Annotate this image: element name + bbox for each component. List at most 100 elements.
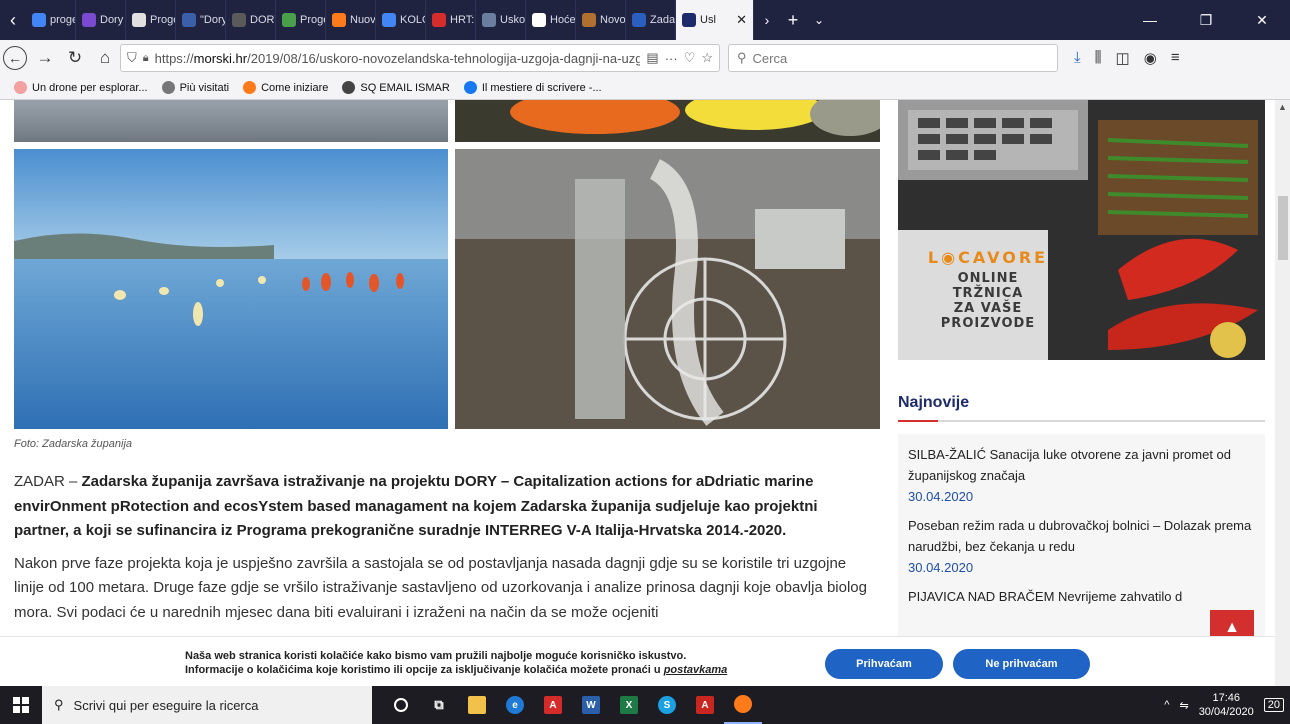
scroll-to-top-button[interactable]: ▲ <box>1210 610 1254 636</box>
browser-tab[interactable]: Proge <box>126 0 176 40</box>
page-scrollbar[interactable]: ▲ <box>1275 100 1290 686</box>
pocket-icon[interactable]: ♡ <box>684 50 696 66</box>
news-item[interactable]: Poseban režim rada u dubrovačkoj bolnici… <box>908 515 1255 578</box>
tab-label: KOLO <box>400 14 425 26</box>
menu-icon[interactable]: ≡ <box>1171 49 1180 67</box>
browser-tab[interactable]: Uskor <box>476 0 526 40</box>
bookmark-star-icon[interactable]: ☆ <box>701 50 713 66</box>
browser-tab[interactable]: "Dory <box>176 0 226 40</box>
photo-top-right <box>455 100 880 142</box>
acrobat-icon[interactable]: A <box>534 686 572 724</box>
close-tab-icon[interactable]: ✕ <box>736 12 747 28</box>
acrobat-reader-icon[interactable]: A <box>686 686 724 724</box>
search-bar[interactable]: ⚲ Cerca <box>728 44 1058 72</box>
account-icon[interactable]: ◉ <box>1144 49 1157 67</box>
browser-tab[interactable]: Proge <box>276 0 326 40</box>
tab-label: "Dory <box>200 14 226 26</box>
browser-tab[interactable]: HRT: <box>426 0 476 40</box>
library-icon[interactable]: ⫼ <box>1095 49 1102 67</box>
news-title[interactable]: PIJAVICA NAD BRAČEM Nevrijeme zahvatilo … <box>908 586 1255 607</box>
back-button[interactable]: ← <box>0 43 30 73</box>
forward-button[interactable]: → <box>30 43 60 73</box>
bookmark-item[interactable]: Più visitati <box>161 81 230 94</box>
reader-view-icon[interactable]: ▤ <box>646 50 658 66</box>
home-button[interactable]: ⌂ <box>90 43 120 73</box>
close-window-button[interactable]: ✕ <box>1234 0 1290 40</box>
scrollbar-thumb[interactable] <box>1278 196 1288 260</box>
news-item[interactable]: PIJAVICA NAD BRAČEM Nevrijeme zahvatilo … <box>908 586 1255 607</box>
cookie-message: Naša web stranica koristi kolačiće kako … <box>185 650 728 676</box>
downloads-icon[interactable]: ⤓ <box>1074 49 1081 67</box>
minimize-window-button[interactable]: — <box>1122 0 1178 40</box>
file-explorer-icon[interactable] <box>458 686 496 724</box>
site-icon <box>232 13 246 27</box>
windows-logo-icon <box>13 697 29 713</box>
browser-tab[interactable]: DORY <box>226 0 276 40</box>
cookie-consent-bar: Naša web stranica koristi kolačiće kako … <box>0 636 1275 686</box>
tab-label: Dory i <box>100 14 126 26</box>
article-paragraph: Nakon prve faze projekta koja je uspješn… <box>14 554 867 621</box>
ad-line-4: PROIZVODE <box>940 316 1036 331</box>
start-button[interactable] <box>0 686 42 724</box>
browser-tab[interactable]: proge <box>26 0 76 40</box>
clock[interactable]: 17:46 30/04/2020 <box>1199 691 1254 719</box>
bookmark-label: Come iniziare <box>261 81 329 94</box>
heading-underline <box>898 420 1265 422</box>
bookmark-item[interactable]: Il mestiere di scrivere -... <box>463 81 602 94</box>
browser-tab[interactable]: Zadar <box>626 0 676 40</box>
bookmark-item[interactable]: SQ EMAIL ISMAR <box>342 81 450 94</box>
browser-tab[interactable]: Novoz <box>576 0 626 40</box>
edge-icon[interactable]: e <box>496 686 534 724</box>
ad-line-1: ONLINE <box>957 271 1019 286</box>
page-actions-icon[interactable]: ··· <box>665 51 678 66</box>
reload-button[interactable]: ↻ <box>60 43 90 73</box>
bookmark-label: Più visitati <box>179 81 230 94</box>
tray-chevron-up-icon[interactable]: ^ <box>1164 699 1169 711</box>
url-bar[interactable]: ⛉ 🔒︎ https://morski.hr/2019/08/16/uskoro… <box>120 44 720 72</box>
chevron-up-icon: ▲ <box>1224 619 1240 636</box>
tab-list-chevron-icon[interactable]: ⌄ <box>806 0 832 40</box>
browser-tab[interactable]: Hoćer <box>526 0 576 40</box>
decline-cookies-button[interactable]: Ne prihvaćam <box>953 649 1090 679</box>
tab-label: Novoz <box>600 14 626 26</box>
cortana-icon[interactable] <box>382 686 420 724</box>
restore-window-button[interactable]: ❐ <box>1178 0 1234 40</box>
news-title[interactable]: Poseban režim rada u dubrovačkoj bolnici… <box>908 515 1255 557</box>
bookmark-favicon-icon <box>161 81 175 94</box>
browser-tab[interactable]: KOLO <box>376 0 426 40</box>
bookmark-favicon-icon <box>14 81 27 94</box>
tab-label: Uskor <box>500 14 526 26</box>
browser-tab[interactable]: Nuova <box>326 0 376 40</box>
home-icon: ⌂ <box>99 48 111 67</box>
cookie-settings-link[interactable]: postavkama <box>664 664 728 676</box>
reload-icon: ↻ <box>67 48 83 67</box>
bookmark-item[interactable]: Come iniziare <box>243 81 328 94</box>
bookmark-item[interactable]: Un drone per esplorar... <box>14 81 148 94</box>
taskbar-search-box[interactable]: ⚲ Scrivi qui per eseguire la ricerca <box>42 686 372 724</box>
firefox-icon <box>332 13 346 27</box>
photo-mussel-processing-machine <box>455 149 880 429</box>
browser-tab[interactable]: Dory i <box>76 0 126 40</box>
tab-scroll-right-button[interactable]: › <box>754 0 780 40</box>
notifications-icon[interactable]: 20 <box>1263 698 1284 712</box>
task-view-icon[interactable]: ⧉ <box>420 686 458 724</box>
news-title[interactable]: SILBA-ŽALIĆ Sanacija luke otvorene za ja… <box>908 444 1255 486</box>
sidebar-toggle-icon[interactable]: ◫ <box>1116 49 1130 67</box>
article-body: ZADAR – Zadarska županija završava istra… <box>14 470 876 633</box>
news-date: 30.04.2020 <box>908 560 974 575</box>
browser-tab[interactable]: Usl ✕ <box>676 0 754 40</box>
forward-arrow-icon: → <box>36 48 54 67</box>
accept-cookies-button[interactable]: Prihvaćam <box>825 649 943 679</box>
news-item[interactable]: SILBA-ŽALIĆ Sanacija luke otvorene za ja… <box>908 444 1255 507</box>
locavore-ad-banner[interactable]: L◉CAVORE ONLINE TRŽNICA ZA VAŠE PROIZVOD… <box>898 100 1265 360</box>
tab-scroll-left-button[interactable]: ‹ <box>0 0 26 40</box>
navigation-toolbar: ← → ↻ ⌂ ⛉ 🔒︎ https://morski.hr/2019/08/1… <box>0 40 1290 76</box>
excel-icon[interactable]: X <box>610 686 648 724</box>
word-icon[interactable]: W <box>572 686 610 724</box>
scroll-up-arrow-icon[interactable]: ▲ <box>1275 102 1290 112</box>
network-icon[interactable]: ⇋ <box>1179 699 1188 712</box>
skype-icon[interactable]: S <box>648 686 686 724</box>
firefox-icon[interactable] <box>724 686 762 724</box>
ad-brand: L◉CAVORE <box>927 248 1049 267</box>
new-tab-button[interactable]: + <box>780 0 806 40</box>
